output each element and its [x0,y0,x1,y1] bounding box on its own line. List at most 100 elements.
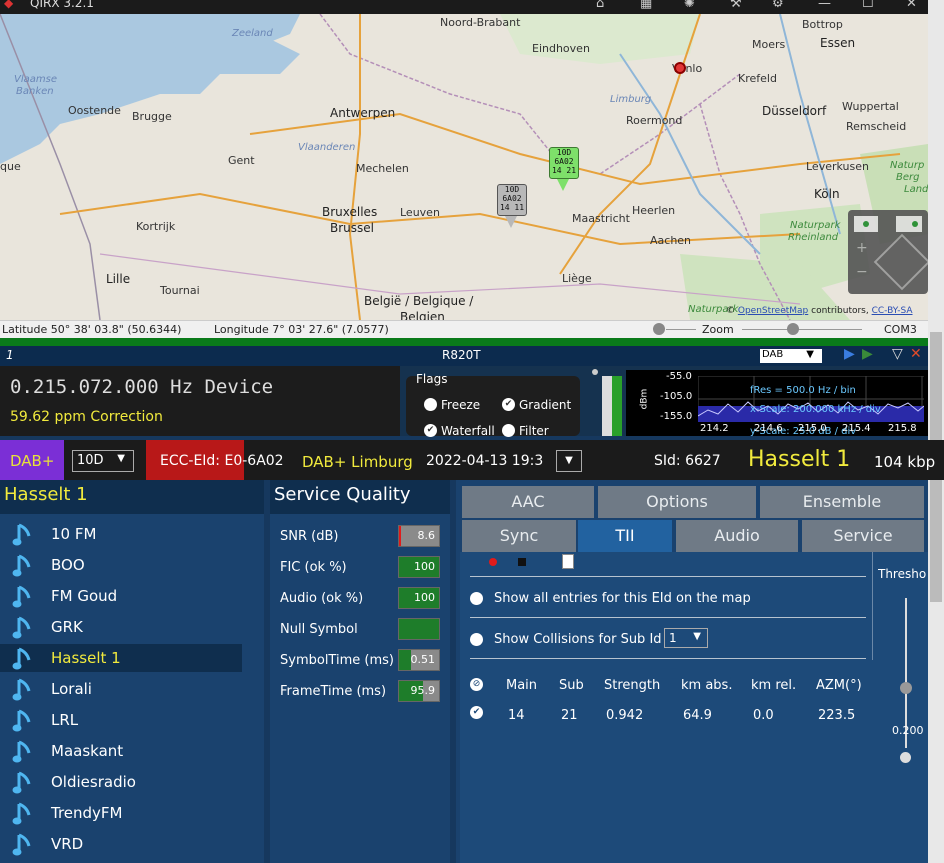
quality-bar [398,618,440,640]
play-icon[interactable]: ▶ [844,346,855,362]
waterfall-checkbox[interactable]: ✔ [424,424,437,437]
gradient-checkbox[interactable]: ✔ [502,398,515,411]
service-label: LRL [51,711,79,729]
show-collisions-radio[interactable] [470,633,483,646]
map-icon[interactable]: ▦ [640,0,652,11]
channel-select-value: 10D [77,453,104,468]
flags-group: Flags Freeze ✔ Gradient ✔ Waterfall Filt… [406,372,580,437]
divider [470,576,866,577]
spectrum-panel[interactable]: dBm -55.0 -105.0 -155.0 fRes = 500.0 Hz … [626,370,928,436]
sub-id-select[interactable]: 1 ▼ [664,628,708,648]
antenna-icon[interactable]: ✺ [684,0,695,11]
map-label: Wuppertal [842,100,899,113]
show-all-radio[interactable] [470,592,483,605]
document-icon[interactable] [562,554,574,569]
music-note-icon [12,802,31,825]
list-item[interactable]: Oldiesradio [0,768,242,796]
service-label: TrendyFM [51,804,123,822]
list-item[interactable]: BOO [0,551,242,579]
tii-marker-active[interactable]: 10D 6A02 14 21 [549,147,579,179]
tab-sync[interactable]: Sync [462,520,576,552]
col-km-abs: km abs. [681,678,733,693]
map-label: Eindhoven [532,42,590,55]
quality-bar: 100 [398,587,440,609]
slider-thumb[interactable] [653,323,665,335]
latitude-readout: Latitude 50° 38' 03.8" (50.6344) [2,323,182,336]
maximize-icon[interactable]: ☐ [862,0,874,11]
freeze-radio[interactable] [424,398,437,411]
option-radio[interactable] [900,752,911,763]
tab-audio[interactable]: Audio [676,520,798,552]
col-strength: Strength [604,678,661,693]
separator [0,338,928,346]
filter-radio[interactable] [502,424,515,437]
home-icon[interactable]: ⌂ [596,0,604,11]
map-status-bar: Latitude 50° 38' 03.8" (50.6344) Longitu… [0,320,928,338]
quality-bar-fill [399,650,411,670]
collapse-icon[interactable]: ▽ [892,346,903,362]
list-item[interactable]: TrendyFM [0,799,242,827]
tab-aac[interactable]: AAC [462,486,594,518]
close-icon[interactable]: ✕ [906,0,917,11]
list-item[interactable]: Maaskant [0,737,242,765]
quality-value: 8.6 [417,529,436,542]
map-label: Liège [562,272,592,285]
list-item[interactable]: LRL [0,706,242,734]
tab-service[interactable]: Service [802,520,924,552]
minimize-icon[interactable]: — [818,0,831,11]
step-icon[interactable]: ▶ [862,346,873,362]
select-all-checkbox[interactable]: ⊘ [470,678,483,691]
mode-select[interactable]: DAB ▼ [760,349,822,363]
zoom-in-icon[interactable]: + [856,240,868,256]
list-item[interactable]: FM Goud [0,582,242,610]
gear-icon[interactable]: ⚙ [772,0,784,11]
date-time: 2022-04-13 19:3 [426,453,544,469]
cc-link[interactable]: CC-BY-SA [872,306,913,316]
layer-toggle[interactable] [854,216,878,232]
scrollbar[interactable] [928,0,944,863]
music-note-icon [12,554,31,577]
tab-ensemble[interactable]: Ensemble [760,486,924,518]
quality-label: SNR (dB) [280,529,339,544]
music-note-icon [12,833,31,856]
tab-options[interactable]: Options [598,486,756,518]
list-item[interactable]: VRD [0,830,242,858]
threshold-value: 0.200 [892,724,924,737]
slider-track [666,329,696,330]
music-note-icon [12,740,31,763]
zoom-slider-thumb[interactable] [787,323,799,335]
tab-tii[interactable]: TII [578,520,672,552]
tools-icon[interactable]: ⚒ [730,0,742,11]
tii-marker[interactable]: 10D 6A02 14 11 [497,184,527,216]
row-checkbox[interactable]: ✔ [470,706,483,719]
channel-select[interactable]: 10D ▼ [72,450,134,472]
map-view[interactable]: Noord-Brabant Zeeland Eindhoven Venlo Bo… [0,14,928,320]
map-label: Berg [896,172,920,183]
flags-title: Flags [416,372,448,386]
list-item[interactable]: Hasselt 1 [0,644,242,672]
layer-toggle[interactable] [896,216,922,232]
x-tick: 214.6 [754,423,783,434]
music-note-icon [12,678,31,701]
record-icon[interactable] [489,558,497,566]
col-azm: AZM(°) [816,678,862,693]
quality-label: FIC (ok %) [280,560,347,575]
list-item[interactable]: GRK [0,613,242,641]
map-label: Remscheid [846,120,907,133]
chevron-down-icon: ▼ [693,631,701,642]
location-pin-icon[interactable] [674,62,686,74]
close-device-icon[interactable]: ✕ [910,346,922,362]
service-label: FM Goud [51,587,118,605]
port-label: COM3 [884,323,917,336]
freeze-label: Freeze [441,398,481,412]
list-item[interactable]: Lorali [0,675,242,703]
map-label: Lille [106,272,131,286]
list-item[interactable]: 10 FM [0,520,242,548]
osm-link[interactable]: OpenStreetMap [738,306,808,316]
threshold-slider-thumb[interactable] [900,682,912,694]
stop-icon[interactable] [518,558,526,566]
pan-control-icon[interactable] [873,233,928,291]
map-nav-control[interactable]: + − [848,210,928,294]
expand-button[interactable]: ▼ [556,450,582,472]
zoom-out-icon[interactable]: − [856,264,868,280]
